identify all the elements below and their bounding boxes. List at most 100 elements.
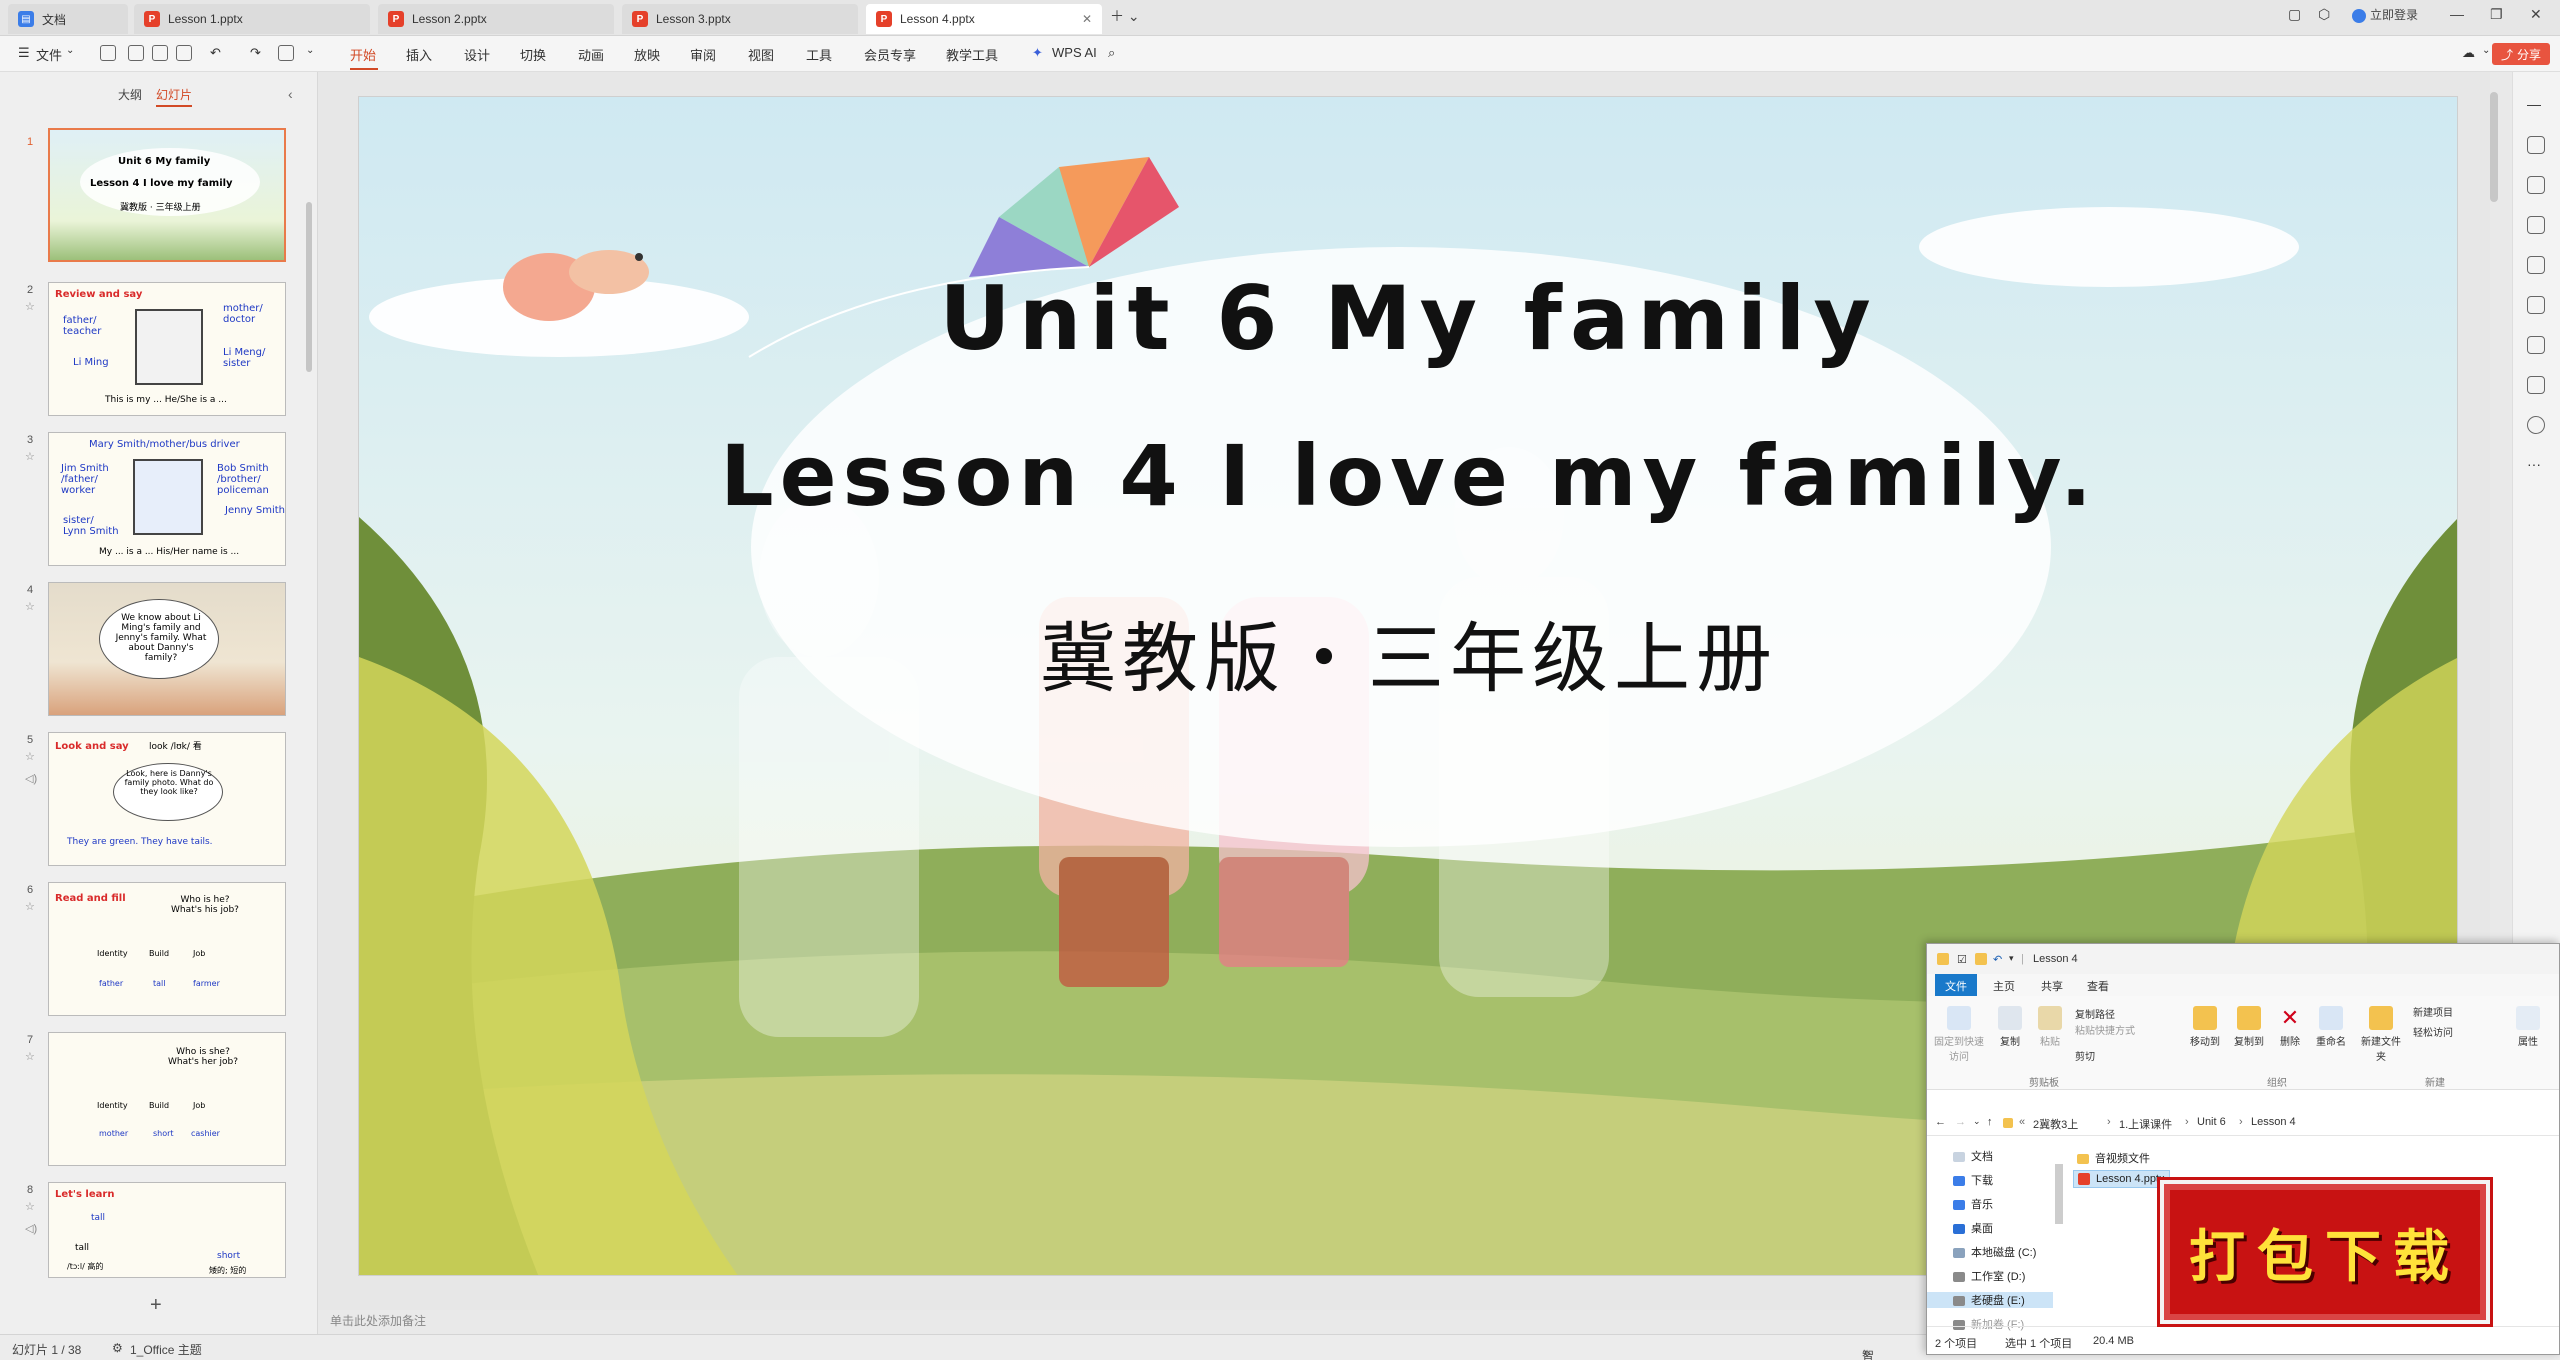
file-item-pptx[interactable]: Lesson 4.pptx xyxy=(2073,1170,2170,1189)
explorer-tab-home[interactable]: 主页 xyxy=(1983,974,2025,996)
tab-lesson1[interactable]: P Lesson 1.pptx xyxy=(134,4,370,34)
chevron-down-icon[interactable]: ▾ xyxy=(2009,953,2014,964)
nav-item-drive-c[interactable]: 本地磁盘 (C:) xyxy=(1953,1244,2036,1260)
restore-icon[interactable]: ❐ xyxy=(2490,6,2503,23)
more-icon[interactable]: ··· xyxy=(2527,456,2545,474)
chevron-down-icon[interactable]: ⌄ xyxy=(306,45,314,56)
explorer-tab-view[interactable]: 查看 xyxy=(2077,974,2119,996)
share-button[interactable]: ⤴ 分享 xyxy=(2492,43,2550,65)
tab-member[interactable]: 会员专享 xyxy=(864,45,916,64)
theme-name[interactable]: 1_Office 主题 xyxy=(130,1341,202,1358)
nav-item-downloads[interactable]: 下载 xyxy=(1953,1172,1993,1188)
chevron-down-icon[interactable]: ⌄ xyxy=(2482,45,2490,56)
rename-button[interactable]: 重命名 xyxy=(2311,1006,2351,1048)
canvas-scrollbar[interactable] xyxy=(2490,92,2498,202)
breadcrumb-item[interactable]: 2冀教3上 xyxy=(2033,1116,2078,1132)
property-icon[interactable] xyxy=(2527,136,2545,154)
paste-button[interactable]: 粘贴 xyxy=(2033,1006,2067,1048)
move-to-button[interactable]: 移动到 xyxy=(2185,1006,2225,1048)
breadcrumb-item[interactable]: Unit 6 xyxy=(2197,1116,2226,1128)
tab-insert[interactable]: 插入 xyxy=(406,45,432,64)
slide-subtitle[interactable]: Lesson 4 I love my family. xyxy=(359,427,2457,525)
download-package-badge[interactable]: 打包下载 xyxy=(2157,1177,2493,1327)
nav-item-music[interactable]: 音乐 xyxy=(1953,1196,1993,1212)
tab-lesson4[interactable]: P Lesson 4.pptx ✕ xyxy=(866,4,1102,34)
tab-design[interactable]: 设计 xyxy=(464,45,490,64)
export-icon[interactable] xyxy=(128,45,144,61)
tab-animation[interactable]: 动画 xyxy=(578,45,604,64)
new-folder-button[interactable]: 新建文件夹 xyxy=(2359,1006,2403,1063)
cube-icon[interactable]: ⬡ xyxy=(2318,6,2330,23)
delete-button[interactable]: ✕ 删除 xyxy=(2273,1006,2307,1049)
explorer-tab-file[interactable]: 文件 xyxy=(1935,974,1977,996)
tab-review[interactable]: 审阅 xyxy=(690,45,716,64)
tab-teaching-tools[interactable]: 教学工具 xyxy=(946,45,998,64)
tab-view[interactable]: 视图 xyxy=(748,45,774,64)
collapse-panel-icon[interactable]: ‹ xyxy=(288,86,293,102)
file-menu[interactable]: 文件 xyxy=(36,45,62,64)
star-icon[interactable]: ☆ xyxy=(25,1050,35,1063)
notes-field[interactable]: 单击此处添加备注 xyxy=(318,1304,1918,1330)
chevron-down-icon[interactable]: ⌄ xyxy=(66,45,74,56)
star-icon[interactable]: ☆ xyxy=(25,1200,35,1213)
nav-scrollbar[interactable] xyxy=(2055,1164,2063,1224)
undo-icon[interactable]: ↶ xyxy=(210,45,221,61)
help-icon[interactable] xyxy=(2527,416,2545,434)
breadcrumb-item[interactable]: Lesson 4 xyxy=(2251,1116,2296,1128)
slide-thumb-3[interactable]: Mary Smith/mother/bus driver Jim Smith /… xyxy=(48,432,286,566)
easy-access-button[interactable]: 轻松访问 xyxy=(2413,1024,2453,1039)
file-item-folder[interactable]: 音视频文件 xyxy=(2077,1150,2150,1166)
breadcrumb-item[interactable]: 1.上课课件 xyxy=(2119,1116,2172,1132)
redo-icon[interactable]: ↷ xyxy=(250,45,261,61)
new-item-button[interactable]: 新建项目 xyxy=(2413,1004,2453,1019)
tab-lesson2[interactable]: P Lesson 2.pptx xyxy=(378,4,614,34)
slide-thumb-6[interactable]: Read and fill Who is he? What's his job?… xyxy=(48,882,286,1016)
preview-icon[interactable] xyxy=(176,45,192,61)
nav-item-documents[interactable]: 文档 xyxy=(1953,1148,1993,1164)
shape-icon[interactable] xyxy=(2527,256,2545,274)
layout-icon[interactable]: ▢ xyxy=(2288,6,2301,23)
share-icon[interactable] xyxy=(2527,376,2545,394)
add-slide-button[interactable]: + xyxy=(150,1294,162,1317)
nav-item-drive-d[interactable]: 工作室 (D:) xyxy=(1953,1268,2025,1284)
forward-icon[interactable]: → xyxy=(1955,1116,1966,1128)
slide-thumb-5[interactable]: Look and say look /lʊk/ 看 Look, here is … xyxy=(48,732,286,866)
star-icon[interactable] xyxy=(2527,176,2545,194)
nav-item-drive-e[interactable]: 老硬盘 (E:) xyxy=(1927,1292,2053,1308)
copy-button[interactable]: 复制 xyxy=(1993,1006,2027,1048)
add-tab-icon[interactable]: ＋ ⌄ xyxy=(1110,6,1140,26)
star-icon[interactable]: ☆ xyxy=(25,900,35,913)
slide-thumb-1[interactable]: Unit 6 My family Lesson 4 I love my fami… xyxy=(48,128,286,262)
close-window-icon[interactable]: ✕ xyxy=(2530,6,2542,23)
tab-outline[interactable]: 大纲 xyxy=(118,86,142,103)
check-icon[interactable]: ☑ xyxy=(1957,953,1967,966)
close-icon[interactable]: ✕ xyxy=(1082,12,1092,26)
login-button[interactable]: 立即登录 xyxy=(2352,6,2418,23)
tab-transition[interactable]: 切换 xyxy=(520,45,546,64)
animation-icon[interactable] xyxy=(2527,336,2545,354)
tab-lesson3[interactable]: P Lesson 3.pptx xyxy=(622,4,858,34)
copy-to-button[interactable]: 复制到 xyxy=(2229,1006,2269,1048)
search-icon[interactable]: ⌕ xyxy=(1108,45,1115,61)
star-icon[interactable]: ☆ xyxy=(25,600,35,613)
slide-thumb-8[interactable]: Let's learn tall tall /tɔːl/ 高的 short 矮的… xyxy=(48,1182,286,1278)
back-icon[interactable]: ← xyxy=(1935,1116,1946,1128)
star-icon[interactable]: ☆ xyxy=(25,300,35,313)
design-icon[interactable] xyxy=(2527,296,2545,314)
minimize-icon[interactable]: — xyxy=(2450,6,2464,22)
slide-thumb-4[interactable]: We know about Li Ming's family and Jenny… xyxy=(48,582,286,716)
wps-ai-button[interactable]: WPS AI xyxy=(1052,45,1097,60)
undo-icon[interactable]: ↶ xyxy=(1993,953,2002,966)
slide-thumb-7[interactable]: Who is she? What's her job? Identity Bui… xyxy=(48,1032,286,1166)
copy-icon[interactable] xyxy=(2527,216,2545,234)
star-icon[interactable]: ☆ xyxy=(25,450,35,463)
cloud-sync-icon[interactable]: ☁ xyxy=(2462,45,2475,61)
print-icon[interactable] xyxy=(152,45,168,61)
properties-button[interactable]: 属性 xyxy=(2511,1006,2545,1048)
chevron-down-icon[interactable]: ⌄ xyxy=(1973,1116,1981,1127)
copy-path-button[interactable]: 复制路径 xyxy=(2075,1006,2115,1021)
minus-icon[interactable]: — xyxy=(2527,96,2545,114)
panel-scrollbar[interactable] xyxy=(306,202,312,372)
cut-button[interactable]: 剪切 xyxy=(2075,1048,2095,1063)
slide-edition-label[interactable]: 冀教版・三年级上册 xyxy=(359,597,2457,707)
